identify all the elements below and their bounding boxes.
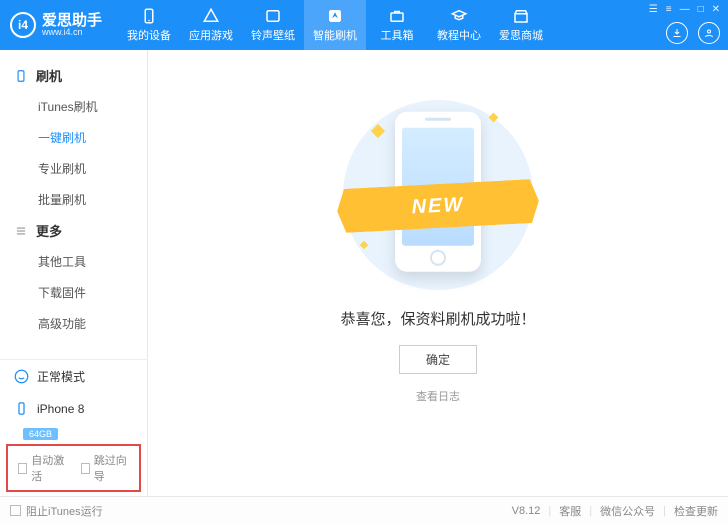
update-link[interactable]: 检查更新 bbox=[674, 503, 718, 519]
support-link[interactable]: 客服 bbox=[559, 503, 581, 519]
sidebar-item-download-firmware[interactable]: 下载固件 bbox=[0, 277, 147, 308]
app-header: i4 爱思助手 www.i4.cn 我的设备 应用游戏 铃声壁纸 智能刷机 工具… bbox=[0, 0, 728, 50]
device-model-label: iPhone 8 bbox=[37, 402, 84, 416]
separator: | bbox=[589, 505, 592, 517]
store-icon bbox=[512, 7, 530, 25]
sidebar-item-advanced[interactable]: 高级功能 bbox=[0, 308, 147, 339]
storage-badge: 64GB bbox=[23, 428, 58, 440]
tab-label: 我的设备 bbox=[127, 27, 171, 43]
sidebar-item-oneclick-flash[interactable]: 一键刷机 bbox=[0, 122, 147, 153]
tab-label: 教程中心 bbox=[437, 27, 481, 43]
sidebar: 刷机 iTunes刷机 一键刷机 专业刷机 批量刷机 更多 其他工具 下载固件 … bbox=[0, 50, 148, 496]
mode-icon bbox=[14, 369, 29, 384]
device-mode-row[interactable]: 正常模式 bbox=[0, 360, 147, 393]
checkbox-icon bbox=[81, 463, 90, 474]
tab-label: 应用游戏 bbox=[189, 27, 233, 43]
sidebar-item-batch-flash[interactable]: 批量刷机 bbox=[0, 184, 147, 215]
block-itunes-checkbox[interactable]: 阻止iTunes运行 bbox=[10, 503, 103, 519]
tab-tools[interactable]: 工具箱 bbox=[366, 0, 428, 50]
apps-icon bbox=[202, 7, 220, 25]
phone-small-icon bbox=[14, 401, 29, 416]
brand-name: 爱思助手 bbox=[42, 13, 102, 28]
tab-label: 智能刷机 bbox=[313, 27, 357, 43]
window-controls: ☰ ≡ — □ ✕ bbox=[649, 4, 720, 15]
group-title: 更多 bbox=[36, 221, 62, 240]
skip-guide-checkbox[interactable]: 跳过向导 bbox=[81, 452, 130, 484]
minimize-icon[interactable]: — bbox=[680, 4, 690, 15]
sidebar-group-more[interactable]: 更多 bbox=[0, 215, 147, 246]
status-bar: 阻止iTunes运行 V8.12 | 客服 | 微信公众号 | 检查更新 bbox=[0, 496, 728, 524]
sparkle-icon bbox=[489, 113, 499, 123]
flash-icon bbox=[326, 7, 344, 25]
sidebar-group-flash[interactable]: 刷机 bbox=[0, 60, 147, 91]
tab-apps[interactable]: 应用游戏 bbox=[180, 0, 242, 50]
tab-tutorials[interactable]: 教程中心 bbox=[428, 0, 490, 50]
auto-activate-checkbox[interactable]: 自动激活 bbox=[18, 452, 67, 484]
sidebar-item-itunes-flash[interactable]: iTunes刷机 bbox=[0, 91, 147, 122]
brand-logo-icon: i4 bbox=[10, 12, 36, 38]
checkbox-label: 跳过向导 bbox=[94, 452, 129, 484]
device-mode-label: 正常模式 bbox=[37, 368, 85, 385]
sidebar-item-other-tools[interactable]: 其他工具 bbox=[0, 246, 147, 277]
success-illustration: NEW bbox=[343, 100, 533, 290]
sparkle-icon bbox=[360, 241, 368, 249]
separator: | bbox=[548, 505, 551, 517]
sidebar-item-pro-flash[interactable]: 专业刷机 bbox=[0, 153, 147, 184]
main-tabs: 我的设备 应用游戏 铃声壁纸 智能刷机 工具箱 教程中心 爱思商城 bbox=[118, 0, 552, 50]
new-ribbon: NEW bbox=[336, 179, 540, 234]
success-message: 恭喜您，保资料刷机成功啦！ bbox=[340, 308, 535, 329]
sparkle-icon bbox=[371, 124, 385, 138]
tutorial-icon bbox=[450, 7, 468, 25]
more-icon bbox=[14, 224, 28, 238]
option-checkrow: 自动激活 跳过向导 bbox=[6, 444, 141, 492]
checkbox-icon bbox=[10, 505, 21, 516]
device-model-row[interactable]: iPhone 8 bbox=[0, 393, 147, 424]
menu-icon[interactable]: ≡ bbox=[666, 4, 672, 15]
brand: i4 爱思助手 www.i4.cn bbox=[0, 0, 112, 50]
tab-my-device[interactable]: 我的设备 bbox=[118, 0, 180, 50]
tab-label: 爱思商城 bbox=[499, 27, 543, 43]
version-label: V8.12 bbox=[512, 505, 541, 517]
user-button[interactable] bbox=[698, 22, 720, 44]
tab-ringtones[interactable]: 铃声壁纸 bbox=[242, 0, 304, 50]
phone-icon bbox=[14, 69, 28, 83]
group-title: 刷机 bbox=[36, 66, 62, 85]
main-panel: NEW 恭喜您，保资料刷机成功啦！ 确定 查看日志 bbox=[148, 50, 728, 496]
download-button[interactable] bbox=[666, 22, 688, 44]
checkbox-label: 自动激活 bbox=[31, 452, 66, 484]
tab-label: 工具箱 bbox=[381, 27, 414, 43]
wechat-link[interactable]: 微信公众号 bbox=[600, 503, 655, 519]
tab-flash[interactable]: 智能刷机 bbox=[304, 0, 366, 50]
separator: | bbox=[663, 505, 666, 517]
device-icon bbox=[140, 7, 158, 25]
toolbox-icon bbox=[388, 7, 406, 25]
tab-label: 铃声壁纸 bbox=[251, 27, 295, 43]
brand-url: www.i4.cn bbox=[42, 28, 102, 37]
settings-icon[interactable]: ☰ bbox=[649, 4, 658, 15]
checkbox-label: 阻止iTunes运行 bbox=[26, 503, 103, 519]
view-log-link[interactable]: 查看日志 bbox=[416, 388, 460, 404]
confirm-button[interactable]: 确定 bbox=[399, 345, 477, 374]
ringtone-icon bbox=[264, 7, 282, 25]
tab-store[interactable]: 爱思商城 bbox=[490, 0, 552, 50]
close-icon[interactable]: ✕ bbox=[712, 4, 720, 15]
maximize-icon[interactable]: □ bbox=[698, 4, 704, 15]
checkbox-icon bbox=[18, 463, 27, 474]
